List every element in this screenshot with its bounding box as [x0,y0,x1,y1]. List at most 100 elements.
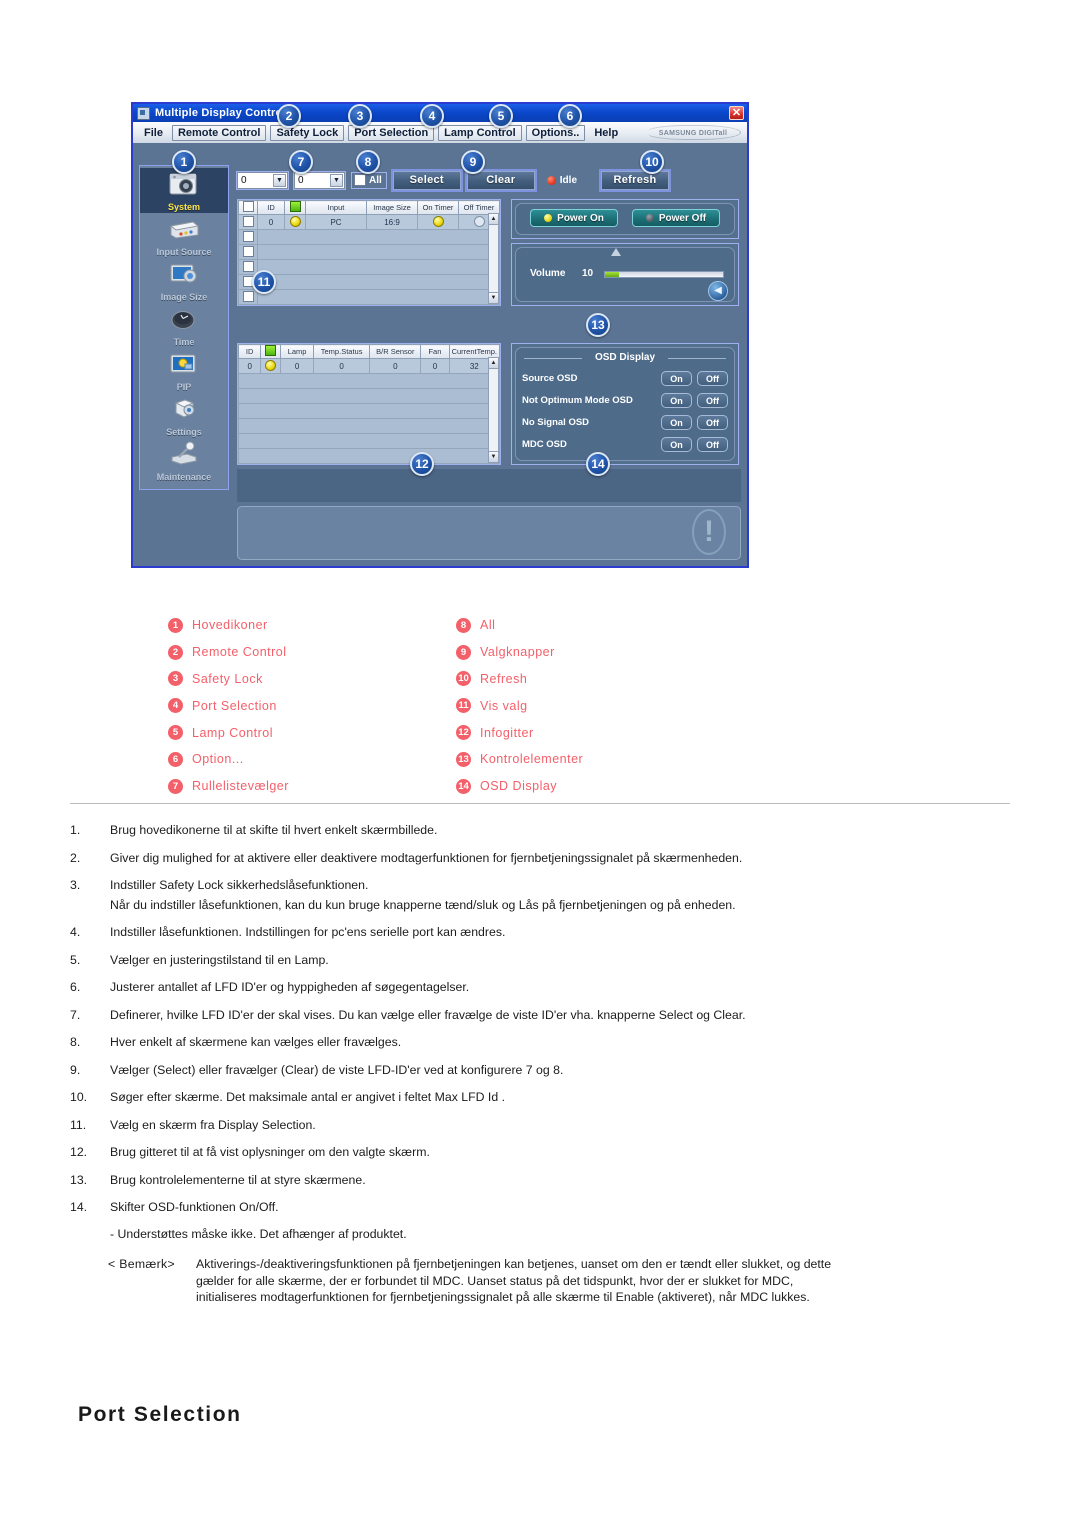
chevron-down-icon[interactable]: ▼ [330,173,343,187]
scroll-down-icon[interactable]: ▼ [489,451,498,462]
scroll-up-icon[interactable]: ▲ [489,358,498,369]
table-row[interactable] [238,229,500,245]
checkbox-icon[interactable] [354,174,366,186]
scroll-down-icon[interactable]: ▼ [489,292,498,303]
description-text-12: Brug gitteret til at få vist oplysninger… [110,1145,430,1159]
col-select-all[interactable] [238,200,258,215]
description-number-1: 1. [70,823,81,837]
power-off-button[interactable]: Power Off [632,209,720,227]
volume-slider-handle[interactable] [611,248,621,256]
chevron-down-icon[interactable]: ▼ [273,173,286,187]
legend-item-14: 14 OSD Display [456,773,583,800]
description-text-3b: Når du indstiller låsefunktionen, kan du… [110,897,736,912]
source-osd-off-button[interactable]: Off [697,371,728,386]
volume-slider[interactable] [604,271,724,278]
legend-label-2: Remote Control [192,645,287,660]
table-row[interactable] [238,289,500,305]
sidebar-item-pip[interactable]: PIP [140,348,228,393]
callout-10: 10 [640,150,664,174]
callout-9: 9 [461,150,485,174]
table-row[interactable]: 0 0 0 0 0 32 [237,358,501,374]
menubar: File Remote Control Safety Lock Port Sel… [133,122,747,143]
refresh-button[interactable]: Refresh [601,170,670,190]
callout-12: 12 [410,452,434,476]
legend-badge-4: 4 [168,698,183,714]
lfd-id-to-value: 0 [298,174,304,186]
sidebar-label-settings: Settings [166,427,202,437]
sidebar-label-input-source: Input Source [156,247,212,257]
speaker-icon[interactable]: ◀ [708,281,728,301]
clear-button[interactable]: Clear [466,170,535,190]
col-on-timer: On Timer [417,200,459,215]
row-checkbox-icon[interactable] [242,260,254,272]
empty-cells [257,289,500,305]
legend-item-8: 8 All [456,612,583,639]
power-on-button[interactable]: Power On [530,209,618,227]
row-checkbox-cell[interactable] [238,289,258,305]
system-icon [169,173,197,195]
display-selection-grid[interactable]: ID Input Image Size On Timer Off Timer 0… [237,199,501,306]
lfd-id-from-dropdown[interactable]: 0 ▼ [237,171,288,189]
select-all-checkbox-icon[interactable] [242,201,254,212]
osd-label-no-signal: No Signal OSD [522,417,590,428]
menu-remote-control[interactable]: Remote Control [171,124,267,141]
row-checkbox-cell[interactable] [238,229,258,245]
table-row[interactable] [238,433,500,449]
select-button[interactable]: Select [392,170,461,190]
close-icon[interactable]: ✕ [729,106,744,120]
osd-panel-title: OSD Display [512,352,738,363]
no-signal-osd-on-button[interactable]: On [661,415,692,430]
description-text-3: Indstiller Safety Lock sikkerhedslåsefun… [110,878,369,892]
menu-options[interactable]: Options.. [525,124,586,141]
not-optimum-osd-on-button[interactable]: On [661,393,692,408]
menu-lamp-control[interactable]: Lamp Control [438,124,522,141]
row-checkbox-cell[interactable] [238,244,258,260]
lfd-id-to-dropdown[interactable]: 0 ▼ [294,171,345,189]
sidebar-item-time[interactable]: Time [140,303,228,348]
row-checkbox-icon[interactable] [242,290,254,302]
table-row[interactable] [238,373,500,389]
table-row[interactable] [238,403,500,419]
all-checkbox[interactable]: All [351,171,387,189]
description-number-5: 5. [70,952,81,967]
table-row[interactable] [238,259,500,275]
info-grid-scrollbar[interactable]: ▲ ▼ [488,357,499,463]
description-number-7: 7. [70,1007,81,1022]
sidebar-item-system[interactable]: System [140,168,228,213]
row-checkbox-icon[interactable] [242,215,254,227]
table-row[interactable] [238,274,500,290]
mdc-osd-on-button[interactable]: On [661,437,692,452]
row-checkbox-icon[interactable] [242,230,254,242]
table-row[interactable] [238,388,500,404]
info-grid[interactable]: ID Lamp Temp.Status B/R Sensor Fan Curre… [237,343,501,465]
display-grid-scrollbar[interactable]: ▲ ▼ [488,213,499,304]
table-row[interactable]: 0 PC 16:9 [238,214,500,230]
row-checkbox-icon[interactable] [242,245,254,257]
col-input: Input [305,200,367,215]
menu-file[interactable]: File [139,126,168,140]
note-block: < Bemærk> Aktiverings-/deaktiveringsfunk… [108,1256,1010,1306]
no-signal-osd-off-button[interactable]: Off [697,415,728,430]
description-text-6: Justerer antallet af LFD ID'er og hyppig… [110,980,470,994]
description-number-3: 3. [70,878,81,892]
sidebar-item-settings[interactable]: Settings [140,393,228,438]
legend-badge-12: 12 [456,725,471,741]
sidebar-item-maintenance[interactable]: Maintenance [140,438,228,483]
not-optimum-osd-off-button[interactable]: Off [697,393,728,408]
mdc-osd-off-button[interactable]: Off [697,437,728,452]
source-osd-on-button[interactable]: On [661,371,692,386]
empty-cells [238,388,500,404]
menu-help[interactable]: Help [589,126,623,140]
sidebar-item-input-source[interactable]: Input Source [140,213,228,258]
row-checkbox-cell[interactable] [238,214,258,230]
menu-safety-lock[interactable]: Safety Lock [270,124,345,141]
table-row[interactable] [238,448,500,464]
page-heading: Port Selection [78,1403,242,1426]
table-row[interactable] [238,418,500,434]
sidebar-label-system: System [167,202,201,212]
row-checkbox-cell[interactable] [238,259,258,275]
sidebar-item-image-size[interactable]: Image Size [140,258,228,303]
scroll-up-icon[interactable]: ▲ [489,214,498,225]
table-row[interactable] [238,244,500,260]
note-label: < Bemærk> [108,1257,175,1271]
